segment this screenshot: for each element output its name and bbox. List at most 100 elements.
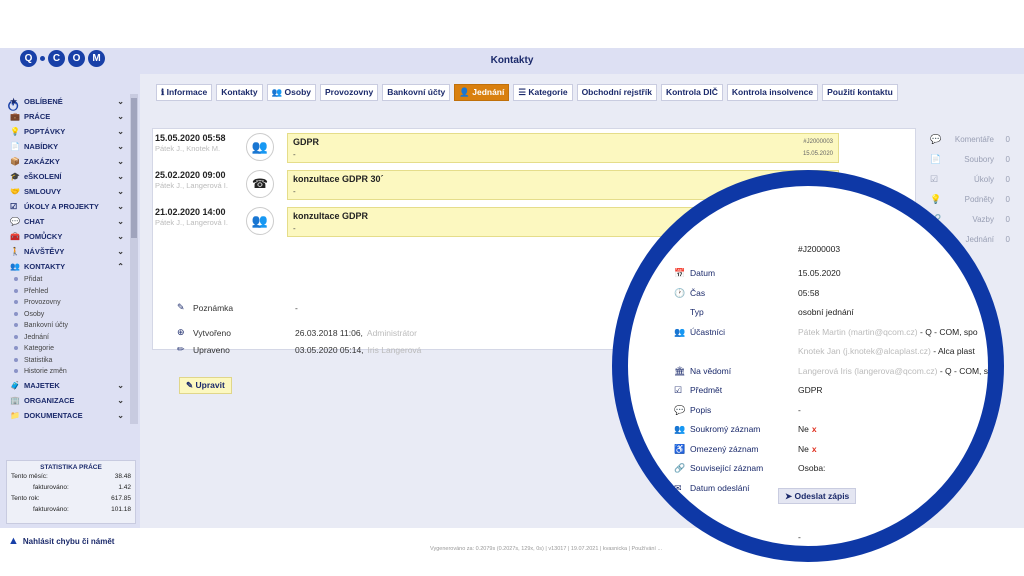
chevron-down-icon: ⌄: [117, 247, 124, 256]
meeting-type-icon: ☎: [246, 170, 274, 198]
detail-row: ✉ Datum odeslání: [674, 482, 750, 493]
sidebar-item[interactable]: 🚶 NÁVŠTĚVY ⌄: [0, 244, 130, 259]
graduation-icon: 🎓: [10, 172, 20, 181]
sidebar-item[interactable]: 🤝 SMLOUVY ⌄: [0, 184, 130, 199]
tab-bar: ℹ Informace Kontakty 👥 Osoby Provozovny Bank…: [156, 84, 916, 101]
tab-kontakty[interactable]: Kontakty: [216, 84, 263, 101]
star-icon: ★: [10, 97, 18, 106]
chevron-down-icon: ⌄: [117, 142, 124, 151]
meeting-datetime: 15.05.2020 05:58: [155, 133, 226, 143]
tab-kontrola-insolvence[interactable]: Kontrola insolvence: [726, 84, 819, 101]
sidebar-subitem[interactable]: Bankovní účty: [0, 320, 130, 332]
sidebar-item[interactable]: 🏢 ORGANIZACE ⌄: [0, 393, 130, 408]
chat-icon: 💬: [10, 217, 20, 226]
chevron-down-icon: ⌄: [117, 187, 124, 196]
detail-row: 📅 Datum 15.05.2020: [674, 268, 841, 278]
sidebar-item-label: ÚKOLY A PROJEKTY: [24, 202, 99, 211]
chevron-down-icon: ⌄: [117, 127, 124, 136]
tasks-icon: ☑: [10, 202, 18, 211]
meeting-participants: Pátek J., Langerová I.: [155, 218, 228, 227]
sidebar-item[interactable]: 💡 POPTÁVKY ⌄: [0, 124, 130, 139]
sidebar-item-label: KONTAKTY: [24, 262, 66, 271]
meeting-row[interactable]: 15.05.2020 05:58 Pátek J., Knotek M. 👥 GDPR…: [155, 131, 907, 165]
tab-osoby[interactable]: 👥 Osoby: [266, 84, 316, 101]
sidebar-item[interactable]: ☑ ÚKOLY A PROJEKTY ⌄: [0, 199, 130, 214]
detail-row: 🕐 Čas 05:58: [674, 287, 820, 298]
pencil-icon: ✏: [177, 344, 185, 354]
sidebar-subitem[interactable]: Statistika: [0, 355, 130, 367]
sidebar-item[interactable]: 🧰 POMŮCKY ⌄: [0, 229, 130, 244]
meeting-id: #J2000003: [803, 139, 833, 145]
detail-row: Typ osobní jednání: [690, 307, 854, 317]
sidebar-item-label: OBLÍBENÉ: [24, 97, 63, 106]
tab-jednání[interactable]: 👤 Jednání: [454, 84, 510, 101]
page-title: Kontakty: [490, 55, 534, 66]
sidebar-subitem[interactable]: Přidat: [0, 274, 130, 286]
sidebar-item-label: eŠKOLENÍ: [24, 172, 62, 181]
sidebar-item-label: PRÁCE: [24, 112, 51, 121]
tab-kategorie[interactable]: ☰ Kategorie: [513, 84, 573, 101]
sidebar-item[interactable]: 📄 NABÍDKY ⌄: [0, 139, 130, 154]
sidebar-subitem[interactable]: Historie změn: [0, 366, 130, 378]
meeting-id: #J2000003: [798, 244, 841, 254]
right-bar-item[interactable]: 💬 Komentáře 0: [926, 132, 1012, 152]
meeting-description: -: [293, 224, 296, 233]
sidebar-item[interactable]: 💬 CHAT ⌄: [0, 214, 130, 229]
warning-icon: ▲: [8, 535, 19, 547]
sidebar-item[interactable]: 💼 PRÁCE ⌄: [0, 109, 130, 124]
sidebar-item-label: NABÍDKY: [24, 142, 59, 151]
meeting-datetime: 25.02.2020 09:00: [155, 170, 226, 180]
footer: Vygenerováno za: 0.2079s (0.2027s, 129x,…: [430, 546, 663, 552]
right-bar-item[interactable]: 📄 Soubory 0: [926, 152, 1012, 172]
sidebar-subitem[interactable]: Jednání: [0, 332, 130, 344]
meeting-subject: GDPR: [293, 137, 320, 147]
chevron-down-icon: ⌄: [117, 112, 124, 121]
task-icon: ☑: [930, 174, 939, 184]
detail-icon: 🏛: [674, 365, 686, 376]
meeting-subject: konzultace GDPR 30´: [293, 174, 384, 184]
sidebar-item-label: ORGANIZACE: [24, 395, 75, 405]
chevron-down-icon: ⌄: [117, 217, 124, 226]
close-icon: x: [811, 424, 817, 434]
sidebar-item[interactable]: 📁 DOKUMENTACE ⌄: [0, 408, 130, 423]
sidebar-subitem[interactable]: Provozovny: [0, 297, 130, 309]
meeting-participants: Pátek J., Langerová I.: [155, 181, 228, 190]
sidebar-subitem[interactable]: Osoby: [0, 309, 130, 321]
sidebar-item-label: NÁVŠTĚVY: [24, 247, 65, 256]
sidebar-item[interactable]: 👥 KONTAKTY ⌃: [0, 259, 130, 274]
detail-icon: 🕐: [674, 287, 686, 298]
detail-icon: ♿: [674, 443, 686, 454]
detail-icon: 📅: [674, 268, 686, 278]
close-icon: x: [811, 443, 817, 454]
sidebar-item-label: SMLOUVY: [24, 187, 62, 196]
sidebar-subitem[interactable]: Přehled: [0, 286, 130, 298]
sidebar-item-label: POMŮCKY: [24, 232, 63, 241]
sidebar: ⏻ ★ OBLÍBENÉ ⌄ 💼 PRÁCE ⌄ 💡 POPTÁVKY ⌄ 📄 NABÍDKY ⌄ 📦 Z…: [0, 74, 140, 547]
report-bug-link[interactable]: ▲ Nahlásit chybu či námět: [8, 535, 114, 547]
chevron-down-icon: ⌄: [117, 97, 124, 106]
orders-icon: 📦: [10, 157, 20, 166]
tab-informace[interactable]: ℹ Informace: [156, 84, 213, 101]
sidebar-subitem[interactable]: Kategorie: [0, 343, 130, 355]
meeting-date: 15.05.2020: [802, 151, 833, 157]
meeting-card[interactable]: GDPR - #J2000003 15.05.2020: [287, 133, 839, 163]
work-stats: STATISTIKA PRÁCE Tento měsíc: 38.48 faktu…: [6, 460, 136, 524]
sidebar-scrollbar[interactable]: [130, 94, 138, 424]
sidebar-item[interactable]: 🧳 MAJETEK ⌄: [0, 378, 130, 393]
tab-bankovní-účty[interactable]: Bankovní účty: [382, 84, 451, 101]
tab-kontrola-dič[interactable]: Kontrola DIČ: [660, 84, 723, 101]
sidebar-item[interactable]: 📦 ZAKÁZKY ⌄: [0, 154, 130, 169]
tab-obchodní-rejstřík[interactable]: Obchodní rejstřík: [576, 84, 657, 101]
chevron-down-icon: ⌄: [117, 232, 124, 241]
briefcase-icon: 💼: [10, 112, 20, 121]
sidebar-item[interactable]: ★ OBLÍBENÉ ⌄: [0, 94, 130, 109]
chevron-up-icon: ⌃: [117, 262, 124, 271]
meeting-type-icon: 👥: [246, 133, 274, 161]
tab-použití-kontaktu[interactable]: Použití kontaktu: [822, 84, 898, 101]
detail-row: ☑ Předmět GDPR: [674, 385, 823, 395]
tab-provozovny[interactable]: Provozovny: [320, 84, 379, 101]
sidebar-item[interactable]: 🎓 eŠKOLENÍ ⌄: [0, 169, 130, 184]
chevron-down-icon: ⌄: [117, 395, 124, 405]
meeting-type-icon: 👥: [246, 207, 274, 235]
edit-button[interactable]: ✎ Upravit: [179, 377, 232, 394]
